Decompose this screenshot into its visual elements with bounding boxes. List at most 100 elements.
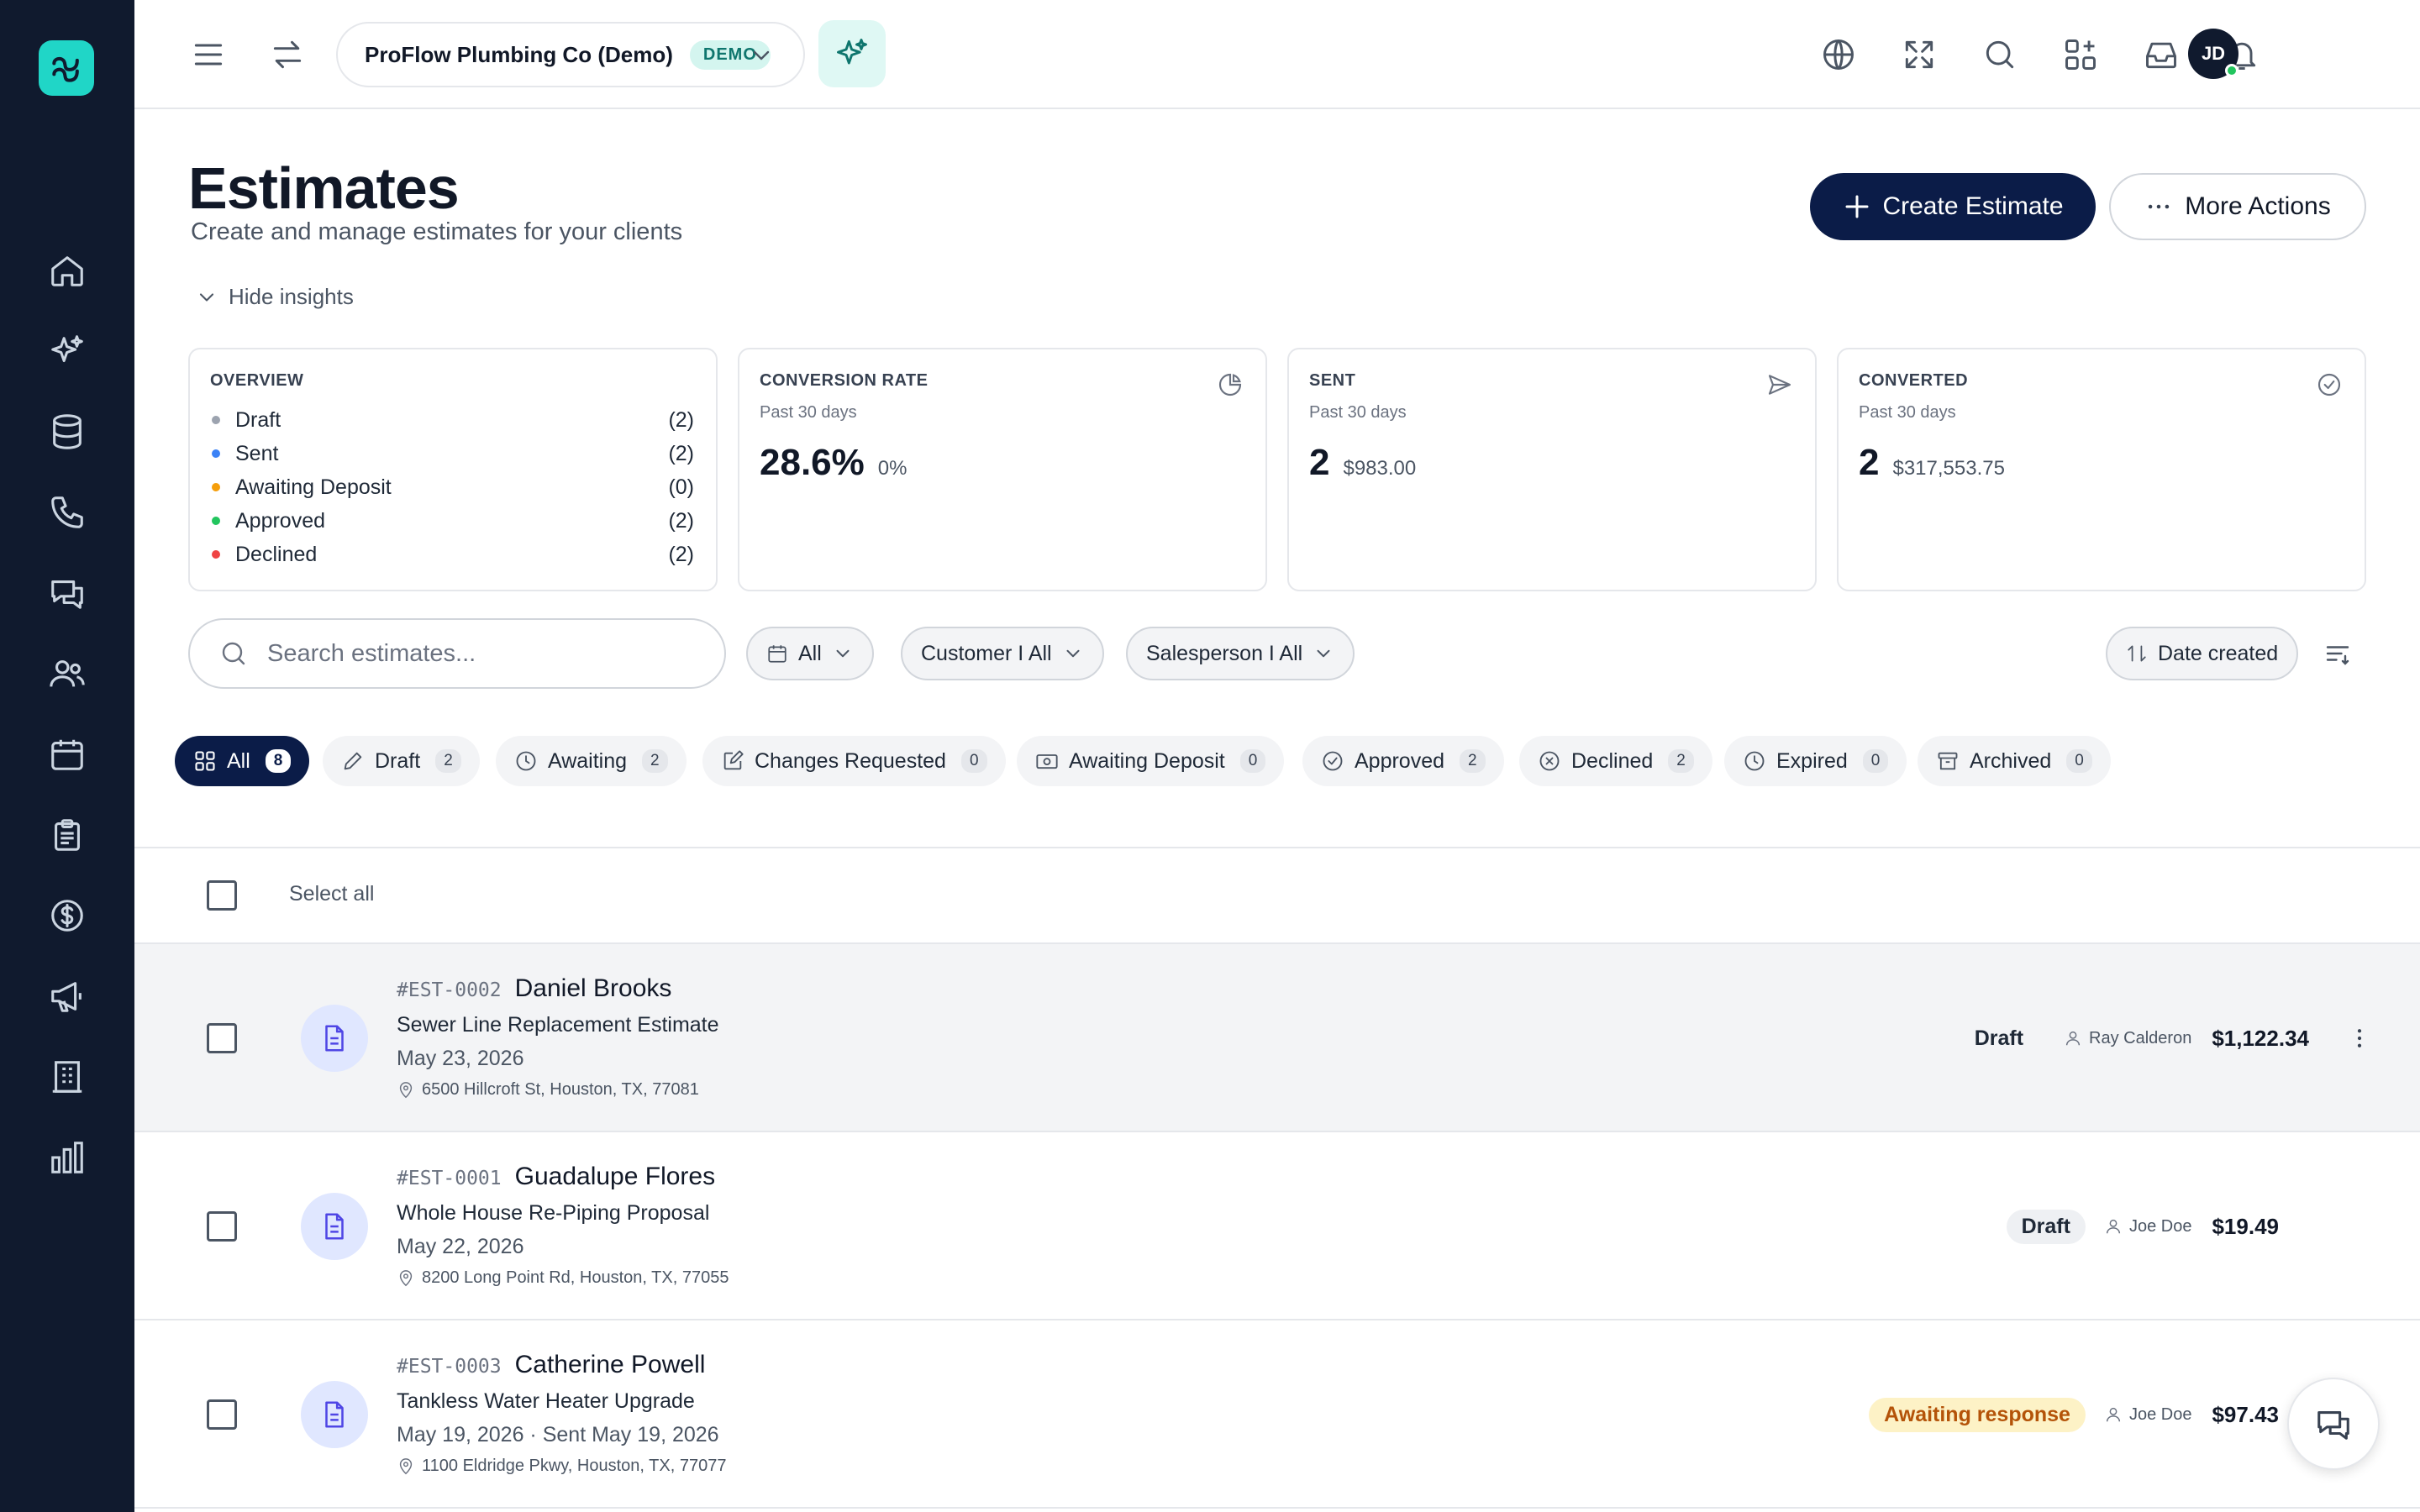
fullscreen-button[interactable]	[1892, 28, 1946, 81]
apps-button[interactable]	[2054, 28, 2107, 81]
estimate-doc-avatar	[301, 1381, 368, 1448]
support-chat-button[interactable]	[2287, 1378, 2380, 1470]
x-circle-icon	[1539, 751, 1560, 771]
tab-approved[interactable]: Approved 2	[1302, 736, 1504, 786]
tab-draft[interactable]: Draft 2	[323, 736, 480, 786]
sent-card: SENT Past 30 days 2 $983.00	[1287, 348, 1817, 591]
table-row[interactable]: #EST-0003 Catherine Powell Tankless Wate…	[134, 1320, 2420, 1509]
sidebar-item-company[interactable]	[40, 1050, 94, 1104]
sidebar-item-messages[interactable]	[40, 566, 94, 620]
company-name: ProFlow Plumbing Co (Demo)	[365, 41, 673, 67]
sort-button[interactable]: Date created	[2106, 627, 2299, 680]
menu-button[interactable]	[182, 28, 235, 81]
search-box[interactable]	[188, 618, 726, 689]
salesperson-name: Joe Doe	[2128, 1216, 2192, 1236]
overview-label: Sent	[235, 441, 279, 465]
sort-label: Date created	[2158, 641, 2279, 665]
sidebar-item-payments[interactable]	[40, 889, 94, 942]
estimate-number: #EST-0001	[397, 1168, 502, 1189]
global-search-button[interactable]	[1973, 28, 2027, 81]
swap-icon	[273, 40, 302, 69]
users-icon	[50, 660, 85, 687]
sidebar-item-estimates[interactable]	[40, 808, 94, 862]
card-value: 2 $317,553.75	[1859, 442, 2005, 484]
sidebar-item-marketing[interactable]	[40, 969, 94, 1023]
search-icon	[222, 642, 245, 665]
customer-name[interactable]: Catherine Powell	[515, 1351, 706, 1379]
tab-expired[interactable]: Expired 0	[1724, 736, 1907, 786]
conversion-rate-value: 28.6%	[760, 442, 865, 483]
overview-row-approved: Approved (2)	[212, 504, 694, 538]
more-actions-button[interactable]: More Actions	[2109, 173, 2366, 240]
row-actions-button[interactable]	[2343, 1021, 2376, 1055]
customer-name[interactable]: Guadalupe Flores	[515, 1163, 715, 1191]
tab-archived[interactable]: Archived 0	[1918, 736, 2111, 786]
row-meta: Draft Ray Calderon $1,122.34	[1960, 944, 2420, 1132]
tab-count: 8	[265, 749, 292, 773]
row-checkbox[interactable]	[207, 1023, 237, 1053]
ai-assistant-button[interactable]	[818, 20, 886, 87]
user-icon	[2065, 1031, 2081, 1046]
salesperson-name: Ray Calderon	[2089, 1028, 2192, 1047]
select-all-label: Select all	[289, 882, 375, 906]
sidebar-item-customers[interactable]	[40, 647, 94, 701]
sort-direction-icon[interactable]	[2323, 638, 2353, 669]
hide-insights-label: Hide insights	[229, 284, 354, 309]
sidebar-item-calls[interactable]	[40, 486, 94, 539]
tab-declined[interactable]: Declined 2	[1519, 736, 1712, 786]
select-all-checkbox[interactable]	[207, 880, 237, 911]
customer-filter[interactable]: Customer I All	[901, 627, 1104, 680]
dollar-icon	[51, 900, 83, 932]
sidebar-item-database[interactable]	[40, 405, 94, 459]
date-filter[interactable]: All	[746, 627, 874, 680]
conversion-rate-card: CONVERSION RATE Past 30 days 28.6% 0%	[738, 348, 1267, 591]
date-filter-label: All	[798, 641, 822, 665]
table-row[interactable]: #EST-0001 Guadalupe Flores Whole House R…	[134, 1132, 2420, 1320]
salesperson-filter[interactable]: Salesperson I All	[1126, 627, 1355, 680]
create-estimate-button[interactable]: Create Estimate	[1810, 173, 2096, 240]
topbar: ProFlow Plumbing Co (Demo) DEMO	[134, 0, 2420, 109]
search-input[interactable]	[267, 639, 704, 668]
estimate-number: #EST-0002	[397, 979, 502, 1001]
status-dot	[212, 416, 220, 424]
converted-amount: $317,553.75	[1892, 457, 2005, 480]
sidebar-item-calendar[interactable]	[40, 727, 94, 781]
converted-card: CONVERTED Past 30 days 2 $317,553.75	[1837, 348, 2366, 591]
estimate-number: #EST-0003	[397, 1356, 502, 1378]
app-logo[interactable]	[39, 40, 94, 96]
estimate-amount: $97.43	[2212, 1401, 2279, 1427]
map-pin-icon	[399, 1457, 413, 1474]
customer-name[interactable]: Daniel Brooks	[515, 974, 672, 1003]
sidebar-item-reports[interactable]	[40, 1131, 94, 1184]
switch-account-button[interactable]	[260, 28, 314, 81]
tab-label: Archived	[1970, 748, 2052, 773]
inbox-button[interactable]	[2134, 28, 2188, 81]
table-row[interactable]: #EST-0002 Daniel Brooks Sewer Line Repla…	[134, 944, 2420, 1132]
sidebar-item-home[interactable]	[40, 244, 94, 297]
inbox-icon	[2146, 42, 2176, 69]
language-button[interactable]	[1812, 28, 1865, 81]
calendar-icon	[51, 739, 83, 770]
globe-icon	[1823, 39, 1854, 70]
overview-label: Approved	[235, 508, 326, 533]
tab-awaiting-deposit[interactable]: Awaiting Deposit 0	[1017, 736, 1285, 786]
overview-count: (0)	[668, 475, 694, 499]
card-value: 2 $983.00	[1309, 442, 1416, 484]
tab-all[interactable]: All 8	[175, 736, 310, 786]
sent-count: 2	[1309, 442, 1330, 483]
tab-count: 2	[1668, 749, 1694, 773]
megaphone-icon	[51, 982, 82, 1012]
tab-changes-requested[interactable]: Changes Requested 0	[702, 736, 1006, 786]
overview-label: Draft	[235, 407, 281, 432]
hide-insights-toggle[interactable]: Hide insights	[195, 284, 354, 310]
row-checkbox[interactable]	[207, 1399, 237, 1430]
sidebar-item-ai[interactable]	[40, 324, 94, 378]
tab-awaiting[interactable]: Awaiting 2	[496, 736, 687, 786]
salesperson: Joe Doe	[2104, 1405, 2191, 1425]
row-checkbox[interactable]	[207, 1211, 237, 1242]
chevron-down-icon	[1066, 649, 1080, 658]
chat-icon	[51, 580, 83, 609]
company-selector[interactable]: ProFlow Plumbing Co (Demo) DEMO	[336, 22, 805, 87]
estimate-address: 6500 Hillcroft St, Houston, TX, 77081	[397, 1080, 699, 1100]
page-subtitle: Create and manage estimates for your cli…	[191, 218, 683, 245]
